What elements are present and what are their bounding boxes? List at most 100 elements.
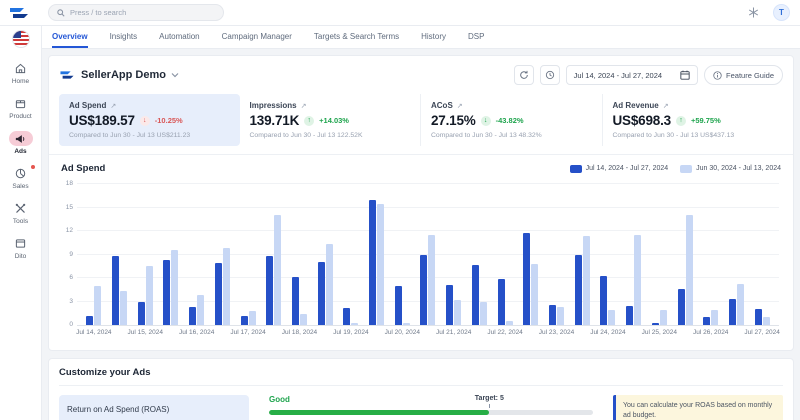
bar[interactable] [711, 310, 718, 325]
bar[interactable] [395, 286, 402, 325]
metric-card-ad-spend[interactable]: Ad Spend↗US$189.57↓-10.25%Compared to Ju… [59, 94, 240, 146]
external-link-icon[interactable]: ↗ [663, 102, 669, 110]
bar-group[interactable] [569, 184, 595, 325]
bar[interactable] [241, 316, 248, 325]
metric-card-ad-revenue[interactable]: Ad Revenue↗US$698.3↑+59.75%Compared to J… [603, 94, 784, 146]
bar-group[interactable]: Jul 16, 2024 [184, 184, 210, 325]
tab-insights[interactable]: Insights [110, 26, 138, 48]
bar-group[interactable] [672, 184, 698, 325]
bar[interactable] [249, 311, 256, 325]
bar[interactable] [686, 215, 693, 325]
bar[interactable] [608, 310, 615, 325]
feature-guide-button[interactable]: Feature Guide [704, 65, 783, 85]
bar[interactable] [480, 302, 487, 326]
bar[interactable] [446, 285, 453, 325]
chevron-down-icon[interactable] [171, 72, 179, 78]
bar-group[interactable]: Jul 19, 2024 [338, 184, 364, 325]
bar-group[interactable] [621, 184, 647, 325]
bar-group[interactable] [724, 184, 750, 325]
bar[interactable] [343, 308, 350, 325]
bar[interactable] [146, 266, 153, 325]
bar[interactable] [506, 321, 513, 325]
date-range-picker[interactable]: Jul 14, 2024 - Jul 27, 2024 [566, 65, 698, 85]
bar-group[interactable] [364, 184, 390, 325]
user-avatar[interactable]: T [773, 4, 790, 21]
bar-group[interactable] [467, 184, 493, 325]
bar[interactable] [678, 289, 685, 325]
bar[interactable] [274, 215, 281, 325]
bar[interactable] [403, 323, 410, 325]
bar[interactable] [523, 233, 530, 325]
bar-group[interactable]: Jul 20, 2024 [389, 184, 415, 325]
tab-dsp[interactable]: DSP [468, 26, 484, 48]
bar[interactable] [197, 295, 204, 325]
sidebar-item-ads[interactable]: Ads [9, 126, 33, 161]
bar-group[interactable]: Jul 15, 2024 [132, 184, 158, 325]
bar-group[interactable] [518, 184, 544, 325]
metric-card-impressions[interactable]: Impressions↗139.71K↑+14.03%Compared to J… [240, 94, 422, 146]
bar-group[interactable] [158, 184, 184, 325]
external-link-icon[interactable]: ↗ [301, 102, 307, 110]
bar[interactable] [531, 264, 538, 325]
bar[interactable] [557, 307, 564, 325]
roas-progress-track[interactable] [269, 410, 593, 415]
bar-group[interactable]: Jul 22, 2024 [492, 184, 518, 325]
bar[interactable] [634, 235, 641, 325]
sidebar-item-sales[interactable]: Sales [9, 161, 33, 196]
bar[interactable] [549, 305, 556, 325]
metric-card-acos[interactable]: ACoS↗27.15%↓-43.82%Compared to Jun 30 - … [421, 94, 603, 146]
bar[interactable] [138, 302, 145, 326]
bar-group[interactable] [107, 184, 133, 325]
bar[interactable] [472, 265, 479, 325]
bar[interactable] [171, 250, 178, 325]
tab-history[interactable]: History [421, 26, 446, 48]
marketplace-flag-us[interactable] [12, 30, 30, 48]
bar[interactable] [266, 256, 273, 325]
bar[interactable] [755, 309, 762, 325]
account-name[interactable]: SellerApp Demo [81, 69, 166, 81]
bar[interactable] [454, 300, 461, 325]
bar-group[interactable] [415, 184, 441, 325]
bar-group[interactable] [312, 184, 338, 325]
refresh-button[interactable] [514, 65, 534, 85]
whats-new-icon[interactable] [748, 7, 759, 18]
bar[interactable] [600, 276, 607, 325]
bar[interactable] [189, 307, 196, 325]
history-button[interactable] [540, 65, 560, 85]
tab-overview[interactable]: Overview [52, 26, 88, 48]
roas-setting-label[interactable]: Return on Ad Spend (ROAS) [59, 395, 249, 420]
bar[interactable] [652, 323, 659, 325]
bar[interactable] [420, 255, 427, 326]
bar[interactable] [86, 316, 93, 325]
bar[interactable] [351, 323, 358, 325]
bar[interactable] [660, 310, 667, 325]
tab-targets-search-terms[interactable]: Targets & Search Terms [314, 26, 399, 48]
search-input[interactable]: Press / to search [48, 4, 224, 21]
bar-group[interactable]: Jul 21, 2024 [441, 184, 467, 325]
sidebar-item-home[interactable]: Home [9, 56, 33, 91]
bar-group[interactable]: Jul 25, 2024 [646, 184, 672, 325]
bar-group[interactable]: Jul 14, 2024 [81, 184, 107, 325]
bar[interactable] [703, 317, 710, 325]
bar[interactable] [583, 236, 590, 325]
bar-group[interactable] [210, 184, 236, 325]
legend-item[interactable]: Jul 14, 2024 - Jul 27, 2024 [570, 165, 669, 173]
external-link-icon[interactable]: ↗ [110, 102, 116, 110]
bar[interactable] [112, 256, 119, 325]
bar[interactable] [737, 284, 744, 325]
sidebar-item-dito[interactable]: Dito [9, 231, 33, 266]
bar[interactable] [94, 286, 101, 325]
bar[interactable] [498, 279, 505, 325]
bar-group[interactable]: Jul 26, 2024 [698, 184, 724, 325]
bar[interactable] [292, 277, 299, 325]
bar[interactable] [300, 314, 307, 325]
sidebar-item-product[interactable]: Product [9, 91, 33, 126]
legend-item[interactable]: Jun 30, 2024 - Jul 13, 2024 [680, 165, 781, 173]
bar[interactable] [215, 263, 222, 325]
sidebar-item-tools[interactable]: Tools [9, 196, 33, 231]
bar-group[interactable] [261, 184, 287, 325]
bar-group[interactable]: Jul 24, 2024 [595, 184, 621, 325]
bar-group[interactable]: Jul 17, 2024 [235, 184, 261, 325]
bar[interactable] [369, 200, 376, 325]
tab-automation[interactable]: Automation [159, 26, 199, 48]
